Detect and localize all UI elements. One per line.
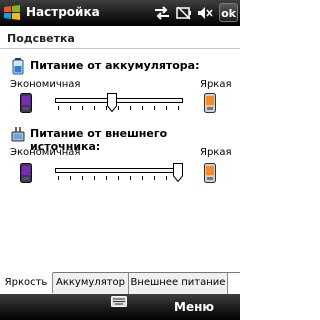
slider-tick: [166, 106, 167, 110]
battery-max-label: Яркая: [200, 79, 232, 90]
connectivity-icon[interactable]: [152, 5, 172, 21]
battery-slider-thumb[interactable]: [107, 93, 117, 112]
slider-tick: [82, 176, 83, 180]
battery-icon[interactable]: [175, 5, 193, 21]
start-flag-icon[interactable]: [2, 3, 22, 23]
slider-tick: [130, 176, 131, 180]
dim-phone-icon: [20, 93, 32, 113]
divider: [0, 48, 240, 49]
slider-tick: [118, 176, 119, 180]
dim-phone-icon: [20, 163, 32, 183]
battery-power-icon: [12, 58, 24, 75]
slider-tick: [58, 106, 59, 110]
title-bar: Настройка ok: [0, 0, 240, 26]
slider-tick: [142, 176, 143, 180]
tab-battery[interactable]: Аккумулятор: [53, 273, 129, 294]
menu-button[interactable]: Меню: [174, 300, 214, 314]
battery-min-label: Экономичная: [10, 79, 81, 90]
battery-brightness-slider[interactable]: [55, 98, 183, 103]
window-title: Настройка: [26, 5, 100, 19]
soft-key-bar: Меню: [0, 294, 240, 320]
keyboard-icon[interactable]: [111, 296, 127, 307]
external-brightness-slider[interactable]: [55, 168, 183, 173]
slider-tick: [154, 176, 155, 180]
battery-heading: Питание от аккумулятора:: [30, 59, 200, 72]
external-max-label: Яркая: [200, 147, 232, 158]
slider-tick: [166, 176, 167, 180]
ok-button[interactable]: ok: [219, 3, 238, 22]
slider-tick: [178, 106, 179, 110]
slider-tick: [70, 176, 71, 180]
slider-tick: [70, 106, 71, 110]
tab-brightness[interactable]: Яркость: [0, 272, 53, 293]
bright-phone-icon: [204, 93, 216, 113]
external-min-label: Экономичная: [10, 147, 81, 158]
slider-tick: [94, 176, 95, 180]
page-title: Подсветка: [7, 32, 75, 45]
tab-bar: Яркость Аккумулятор Внешнее питание: [0, 272, 240, 294]
tab-external-power[interactable]: Внешнее питание: [129, 273, 228, 294]
slider-tick: [154, 106, 155, 110]
slider-tick: [82, 106, 83, 110]
bright-phone-icon: [204, 163, 216, 183]
slider-tick: [94, 106, 95, 110]
external-slider-thumb[interactable]: [173, 163, 183, 182]
slider-tick: [58, 176, 59, 180]
external-power-icon: [11, 127, 25, 142]
slider-tick: [130, 106, 131, 110]
volume-icon[interactable]: [196, 5, 214, 21]
slider-tick: [118, 106, 119, 110]
slider-tick: [142, 106, 143, 110]
slider-tick: [106, 176, 107, 180]
